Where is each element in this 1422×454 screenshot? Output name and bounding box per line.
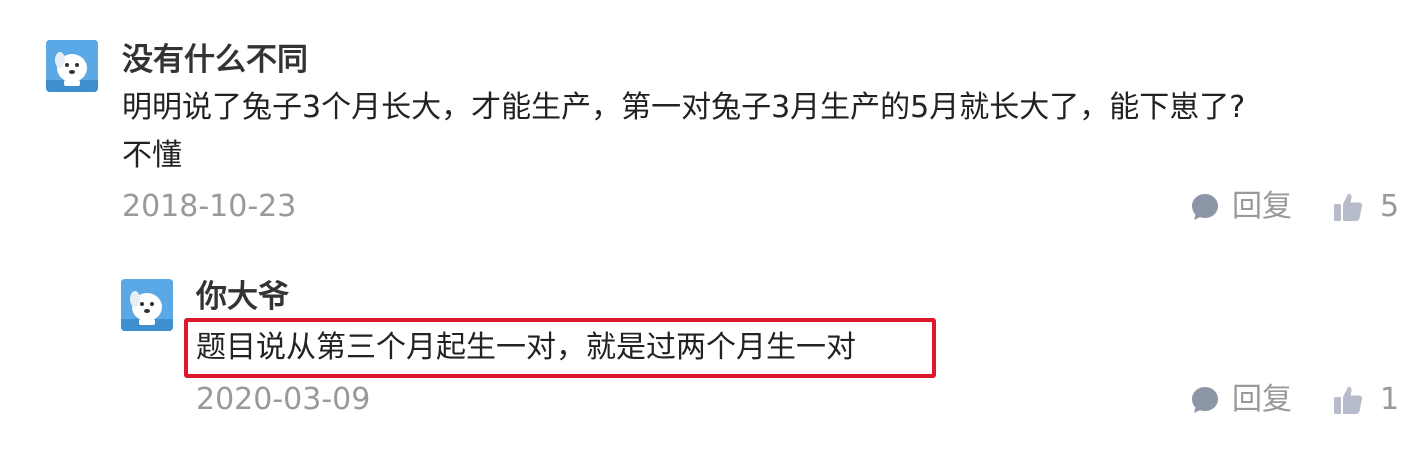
- comment-content-line2: 不懂: [122, 138, 182, 173]
- reply-date: 2020-03-09: [196, 382, 371, 417]
- reply-username[interactable]: 你大爷: [196, 277, 289, 317]
- reply-button-label: 回复: [1232, 189, 1292, 224]
- reply-button[interactable]: 回复: [1190, 187, 1292, 227]
- avatar-image: [46, 40, 98, 92]
- like-count: 5: [1380, 189, 1400, 224]
- like-button[interactable]: 5: [1332, 187, 1399, 227]
- speech-bubble-icon: [1192, 387, 1218, 413]
- thumbs-up-icon: [1334, 386, 1363, 414]
- comment-content-line1: 明明说了兔子3个月长大，才能生产，第一对兔子3月生产的5月就长大了，能下崽了?: [122, 90, 1246, 125]
- thumbs-up-icon: [1334, 193, 1363, 221]
- comment-date: 2018-10-23: [122, 189, 297, 224]
- comment-username[interactable]: 没有什么不同: [122, 40, 308, 80]
- like-count: 1: [1380, 382, 1400, 417]
- reply-like-button[interactable]: 1: [1332, 380, 1399, 420]
- reply-avatar[interactable]: [121, 279, 173, 331]
- avatar-image: [121, 279, 173, 331]
- reply-content: 题目说从第三个月起生一对，就是过两个月生一对: [196, 330, 856, 365]
- reply-button-label: 回复: [1232, 382, 1292, 417]
- speech-bubble-icon: [1192, 194, 1218, 220]
- reply-reply-button[interactable]: 回复: [1190, 380, 1292, 420]
- avatar[interactable]: [46, 40, 98, 92]
